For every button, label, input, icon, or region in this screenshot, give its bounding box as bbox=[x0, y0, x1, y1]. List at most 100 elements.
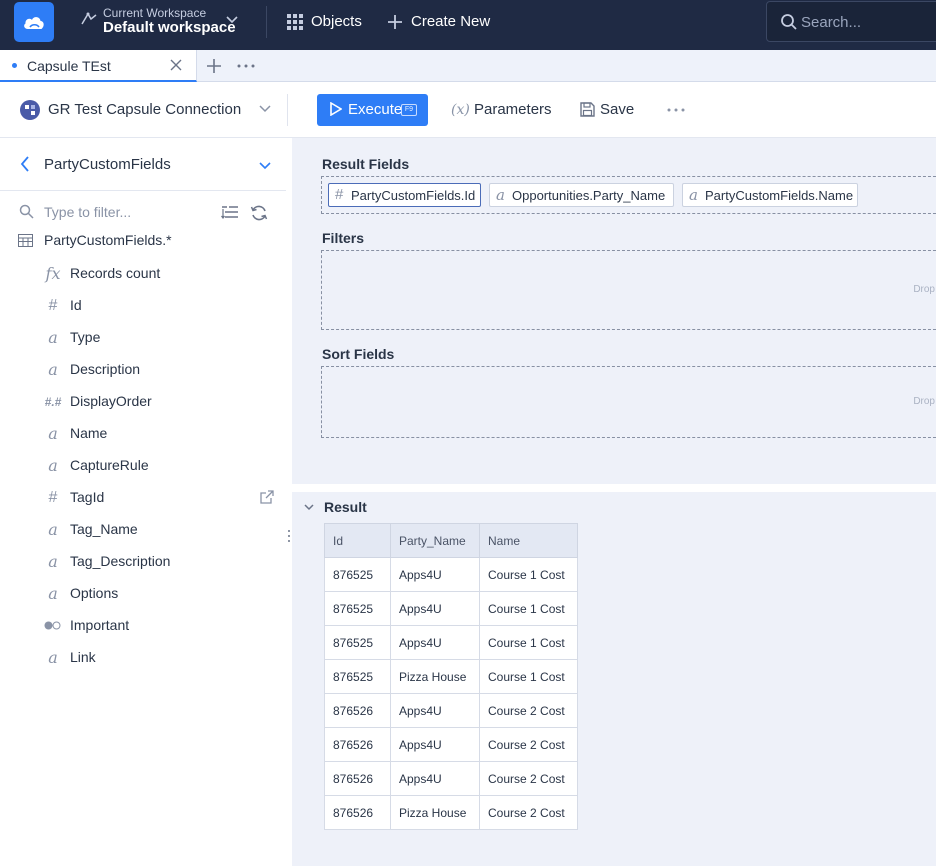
table-cell: Course 1 Cost bbox=[479, 557, 578, 592]
chevron-down-icon bbox=[226, 16, 238, 24]
field-link[interactable]: a Link bbox=[0, 646, 286, 670]
result-table: Id Party_Name Name 876525 Apps4U Course 1 … bbox=[324, 523, 578, 830]
table-row: 876526 Apps4U Course 2 Cost bbox=[324, 761, 578, 796]
result-panel: Result Id Party_Name Name 876525 Apps4U Co… bbox=[292, 492, 936, 866]
column-header-id[interactable]: Id bbox=[324, 523, 391, 558]
field-type[interactable]: a Type bbox=[0, 326, 286, 350]
table-cell: Pizza House bbox=[390, 659, 480, 694]
chevron-down-icon[interactable] bbox=[259, 162, 271, 170]
filters-dropzone[interactable]: Drop bbox=[321, 250, 936, 330]
numeric-icon: # bbox=[48, 297, 58, 314]
divider bbox=[266, 6, 267, 38]
table-cell: Course 1 Cost bbox=[479, 591, 578, 626]
refresh-icon[interactable] bbox=[250, 204, 268, 222]
field-label: Description bbox=[70, 361, 141, 377]
field-label: Important bbox=[70, 617, 130, 633]
field-label: CaptureRule bbox=[70, 457, 149, 473]
field-tag-description[interactable]: a Tag_Description bbox=[0, 550, 286, 574]
result-field-chip[interactable]: # PartyCustomFields.Id bbox=[328, 183, 481, 207]
workspace-label: Current Workspace bbox=[103, 6, 207, 20]
save-label: Save bbox=[600, 101, 635, 118]
field-description[interactable]: a Description bbox=[0, 358, 286, 382]
sort-fields-icon[interactable] bbox=[221, 205, 239, 220]
execute-button[interactable]: Execute F9 bbox=[317, 94, 428, 126]
field-display-order[interactable]: #.# DisplayOrder bbox=[0, 390, 286, 414]
cloud-logo-icon[interactable] bbox=[14, 2, 54, 42]
sort-fields-title: Sort Fields bbox=[322, 346, 395, 362]
table-row: 876526 Apps4U Course 2 Cost bbox=[324, 727, 578, 762]
text-icon: a bbox=[48, 584, 58, 603]
workspace-name: Default workspace bbox=[103, 19, 236, 36]
panel-resize-handle[interactable] bbox=[288, 530, 291, 544]
table-node[interactable]: PartyCustomFields.* bbox=[0, 230, 286, 252]
column-header-party-name[interactable]: Party_Name bbox=[390, 523, 480, 558]
filters-title: Filters bbox=[322, 230, 365, 246]
field-records-count[interactable]: fx Records count bbox=[0, 262, 286, 286]
back-arrow-icon[interactable] bbox=[20, 156, 30, 172]
result-field-chip[interactable]: a Opportunities.Party_Name bbox=[489, 183, 674, 207]
execute-label: Execute bbox=[348, 101, 403, 118]
field-important[interactable]: Important bbox=[0, 614, 286, 638]
panel-splitter[interactable] bbox=[292, 484, 936, 492]
query-toolbar: GR Test Capsule Connection Execute F9 (x… bbox=[0, 82, 936, 138]
table-row: 876525 Apps4U Course 1 Cost bbox=[324, 591, 578, 626]
more-options-icon[interactable] bbox=[667, 108, 685, 112]
parameters-button[interactable]: (x) Parameters bbox=[451, 101, 552, 118]
field-label: Type bbox=[70, 329, 101, 345]
text-icon: a bbox=[48, 552, 58, 571]
connection-icon bbox=[20, 100, 40, 120]
table-cell: Course 2 Cost bbox=[479, 727, 578, 762]
connection-selector[interactable]: GR Test Capsule Connection bbox=[48, 101, 241, 118]
field-name[interactable]: a Name bbox=[0, 422, 286, 446]
close-icon[interactable] bbox=[170, 59, 182, 71]
table-cell: 876525 bbox=[324, 591, 391, 626]
field-options[interactable]: a Options bbox=[0, 582, 286, 606]
table-cell: Apps4U bbox=[390, 591, 480, 626]
collapse-chevron-icon[interactable] bbox=[304, 504, 314, 511]
drop-hint: Drop bbox=[913, 396, 935, 407]
field-label: Tag_Description bbox=[70, 553, 171, 569]
field-capture-rule[interactable]: a CaptureRule bbox=[0, 454, 286, 478]
text-icon: a bbox=[48, 520, 58, 539]
field-tag-id[interactable]: # TagId bbox=[0, 486, 286, 510]
table-row: 876525 Apps4U Course 1 Cost bbox=[324, 625, 578, 660]
chip-label: Opportunities.Party_Name bbox=[512, 188, 666, 203]
drop-hint: Drop bbox=[913, 284, 935, 295]
divider bbox=[287, 94, 288, 126]
tab-capsule-test[interactable]: Capsule TEst bbox=[0, 50, 197, 82]
table-cell: Apps4U bbox=[390, 557, 480, 592]
text-icon: a bbox=[689, 186, 698, 204]
filter-input[interactable] bbox=[44, 202, 204, 222]
result-title: Result bbox=[324, 499, 367, 515]
result-fields-title: Result Fields bbox=[322, 156, 410, 172]
toggle-icon bbox=[44, 621, 61, 630]
more-tabs-icon[interactable] bbox=[237, 64, 255, 68]
field-label: TagId bbox=[70, 489, 105, 505]
external-link-icon[interactable] bbox=[260, 490, 274, 504]
text-icon: a bbox=[48, 456, 58, 475]
fields-panel: PartyCustomFields PartyCustomFields.* fx… bbox=[0, 138, 292, 866]
table-cell: 876525 bbox=[324, 625, 391, 660]
numeric-icon: # bbox=[48, 489, 58, 506]
table-row: 876525 Pizza House Course 1 Cost bbox=[324, 659, 578, 694]
chevron-down-icon[interactable] bbox=[259, 105, 271, 113]
search-box[interactable] bbox=[766, 1, 936, 42]
sort-fields-dropzone[interactable]: Drop bbox=[321, 366, 936, 438]
column-header-name[interactable]: Name bbox=[479, 523, 578, 558]
field-tag-name[interactable]: a Tag_Name bbox=[0, 518, 286, 542]
top-navigation-bar: Current Workspace Default workspace Obje… bbox=[0, 0, 936, 50]
plus-icon bbox=[388, 15, 402, 29]
unsaved-dot-icon bbox=[12, 63, 17, 68]
field-id[interactable]: # Id bbox=[0, 294, 286, 318]
result-field-chip[interactable]: a PartyCustomFields.Name bbox=[682, 183, 858, 207]
table-cell: Apps4U bbox=[390, 761, 480, 796]
workspace-icon bbox=[81, 12, 97, 25]
result-fields-dropzone[interactable]: # PartyCustomFields.Id a Opportunities.P… bbox=[321, 176, 936, 214]
text-icon: a bbox=[48, 360, 58, 379]
table-row: 876526 Pizza House Course 2 Cost bbox=[324, 795, 578, 830]
field-label: Options bbox=[70, 585, 119, 601]
add-tab-icon[interactable] bbox=[206, 58, 222, 74]
search-input[interactable] bbox=[801, 11, 921, 33]
field-label: Records count bbox=[70, 265, 161, 281]
decimal-icon: #.# bbox=[44, 395, 62, 409]
